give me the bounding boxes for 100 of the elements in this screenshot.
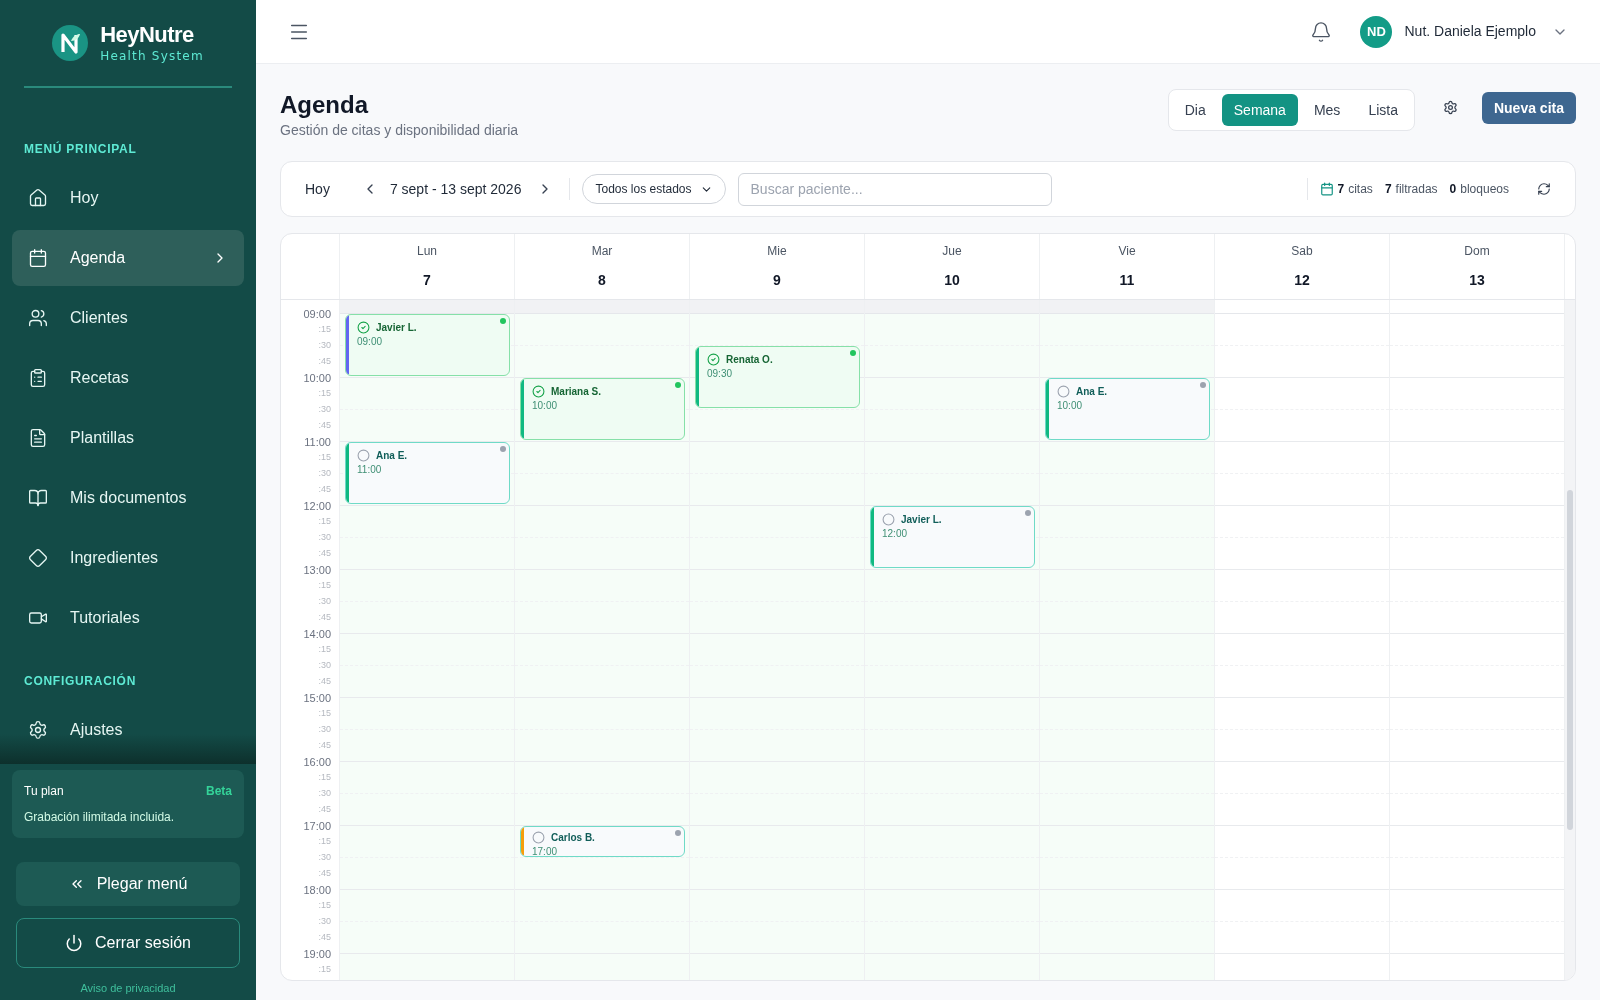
quarter-label: :45 <box>318 805 331 816</box>
appointment-time: 10:00 <box>1057 401 1084 411</box>
today-button[interactable]: Hoy <box>305 178 330 200</box>
quarter-label: :15 <box>318 389 331 400</box>
appointment-card[interactable]: Javier L. 09:00 <box>345 314 510 376</box>
quarter-label: :45 <box>318 869 331 880</box>
hour-label: 18:00 <box>303 885 331 898</box>
date-range: 7 sept - 13 sept 2026 <box>389 179 522 199</box>
quarter-label: :45 <box>318 741 331 752</box>
nav-item[interactable]: Recetas <box>12 350 244 406</box>
quarter-label: :30 <box>318 533 331 544</box>
day-name: Mie <box>767 243 787 260</box>
diamond-icon <box>28 548 48 568</box>
circle-icon <box>532 831 545 844</box>
hour-label: 12:00 <box>303 501 331 514</box>
hour-label: 11:00 <box>304 437 331 450</box>
appointment-card[interactable]: Javier L. 12:00 <box>870 506 1035 568</box>
patient-name: Javier L. <box>901 513 942 527</box>
nav-item[interactable]: Plantillas <box>12 410 244 466</box>
settings-icon <box>28 720 48 740</box>
section-title: MENÚ PRINCIPAL <box>23 140 138 158</box>
view-tab[interactable]: Mes <box>1301 94 1353 126</box>
quarter-label: :45 <box>318 357 331 368</box>
view-tab[interactable]: Dia <box>1172 94 1218 126</box>
quarter-label: :45 <box>318 677 331 688</box>
hour-label: 10:00 <box>303 373 331 386</box>
day-name: Dom <box>1464 243 1490 260</box>
users-icon <box>28 308 48 328</box>
day-number: 8 <box>598 271 606 290</box>
hour-label: 09:00 <box>303 309 331 322</box>
stat-count: 7 <box>1337 181 1345 198</box>
day-name: Jue <box>942 243 962 260</box>
appointment-card[interactable]: Ana E. 10:00 <box>1045 378 1210 440</box>
day-name: Mar <box>591 243 613 260</box>
view-tab[interactable]: Semana <box>1221 94 1298 126</box>
day-name: Sab <box>1291 243 1313 260</box>
scrollbar-thumb[interactable] <box>1567 490 1573 830</box>
user-name: Nut. Daniela Ejemplo <box>1404 22 1536 41</box>
quarter-label: :30 <box>318 469 331 480</box>
appointment-time: 10:00 <box>532 401 559 411</box>
stat-count: 7 <box>1384 181 1392 198</box>
plan-tier-label: Beta <box>206 783 232 800</box>
brand-name: HeyNutre <box>100 24 195 46</box>
quarter-label: :30 <box>318 789 331 800</box>
clipboard-icon <box>28 368 48 388</box>
view-tab[interactable]: Lista <box>1356 94 1410 126</box>
appointment-time: 09:30 <box>707 369 734 379</box>
nav-item[interactable]: Tutoriales <box>12 590 244 646</box>
stat-label: citas <box>1348 181 1373 198</box>
hour-label: 19:00 <box>303 949 331 962</box>
stat-label: filtradas <box>1395 181 1438 198</box>
quarter-label: :30 <box>318 597 331 608</box>
logo-icon <box>52 25 89 61</box>
logout-button[interactable]: Cerrar sesión <box>16 918 240 968</box>
appointment-time: 11:00 <box>357 465 383 475</box>
nav-item[interactable]: Hoy <box>12 170 244 226</box>
stat-label: bloqueos <box>1460 181 1509 198</box>
patient-name: Renata O. <box>726 353 773 367</box>
day-name: Lun <box>417 243 437 260</box>
quarter-label: :45 <box>318 421 331 432</box>
nav-item[interactable]: Clientes <box>12 290 244 346</box>
appointment-card[interactable]: Ana E. 11:00 <box>345 442 510 504</box>
collapse-menu-button[interactable]: Plegar menú <box>16 862 240 906</box>
appointment-card[interactable]: Carlos B. 17:00 <box>520 826 685 857</box>
search-field[interactable]: Buscar paciente... <box>737 172 1052 206</box>
nav-item[interactable]: Mis documentos <box>12 470 244 526</box>
circle-icon <box>1057 385 1070 398</box>
book-icon <box>28 488 48 508</box>
quarter-label: :15 <box>318 517 331 528</box>
nav-item[interactable]: Agenda <box>12 230 244 286</box>
page-title: Agenda <box>280 90 370 120</box>
day-number: 11 <box>1119 271 1135 290</box>
nav-item[interactable]: Ajustes <box>12 702 244 758</box>
quarter-label: :45 <box>318 549 331 560</box>
quarter-label: :45 <box>318 485 331 496</box>
appointment-time: 09:00 <box>357 337 384 347</box>
plan-text: Grabación ilimitada incluida. <box>24 809 176 826</box>
patient-name: Ana E. <box>1076 385 1108 399</box>
quarter-label: :30 <box>318 725 331 736</box>
quarter-label: :15 <box>318 325 331 336</box>
hour-label: 15:00 <box>303 693 331 706</box>
bell-icon[interactable] <box>1310 20 1333 43</box>
quarter-label: :45 <box>318 933 331 944</box>
appointment-time: 12:00 <box>882 529 909 539</box>
nav-item[interactable]: Ingredientes <box>12 530 244 586</box>
quarter-label: :15 <box>318 901 331 912</box>
new-appointment-button[interactable]: Nueva cita <box>1481 92 1576 124</box>
quarter-label: :30 <box>318 341 331 352</box>
refresh-icon[interactable] <box>1537 182 1551 196</box>
section-title: CONFIGURACIÓN <box>23 672 138 690</box>
appointment-card[interactable]: Renata O. 09:30 <box>695 346 860 408</box>
quarter-label: :15 <box>318 837 331 848</box>
quarter-label: :15 <box>318 645 331 656</box>
settings-icon[interactable] <box>1442 100 1458 115</box>
quarter-label: :45 <box>318 613 331 624</box>
stat-count: 0 <box>1449 181 1457 198</box>
appointment-card[interactable]: Mariana S. 10:00 <box>520 378 685 440</box>
privacy-link[interactable]: Aviso de privacidad <box>0 980 256 997</box>
quarter-label: :15 <box>318 773 331 784</box>
day-number: 13 <box>1469 271 1485 290</box>
